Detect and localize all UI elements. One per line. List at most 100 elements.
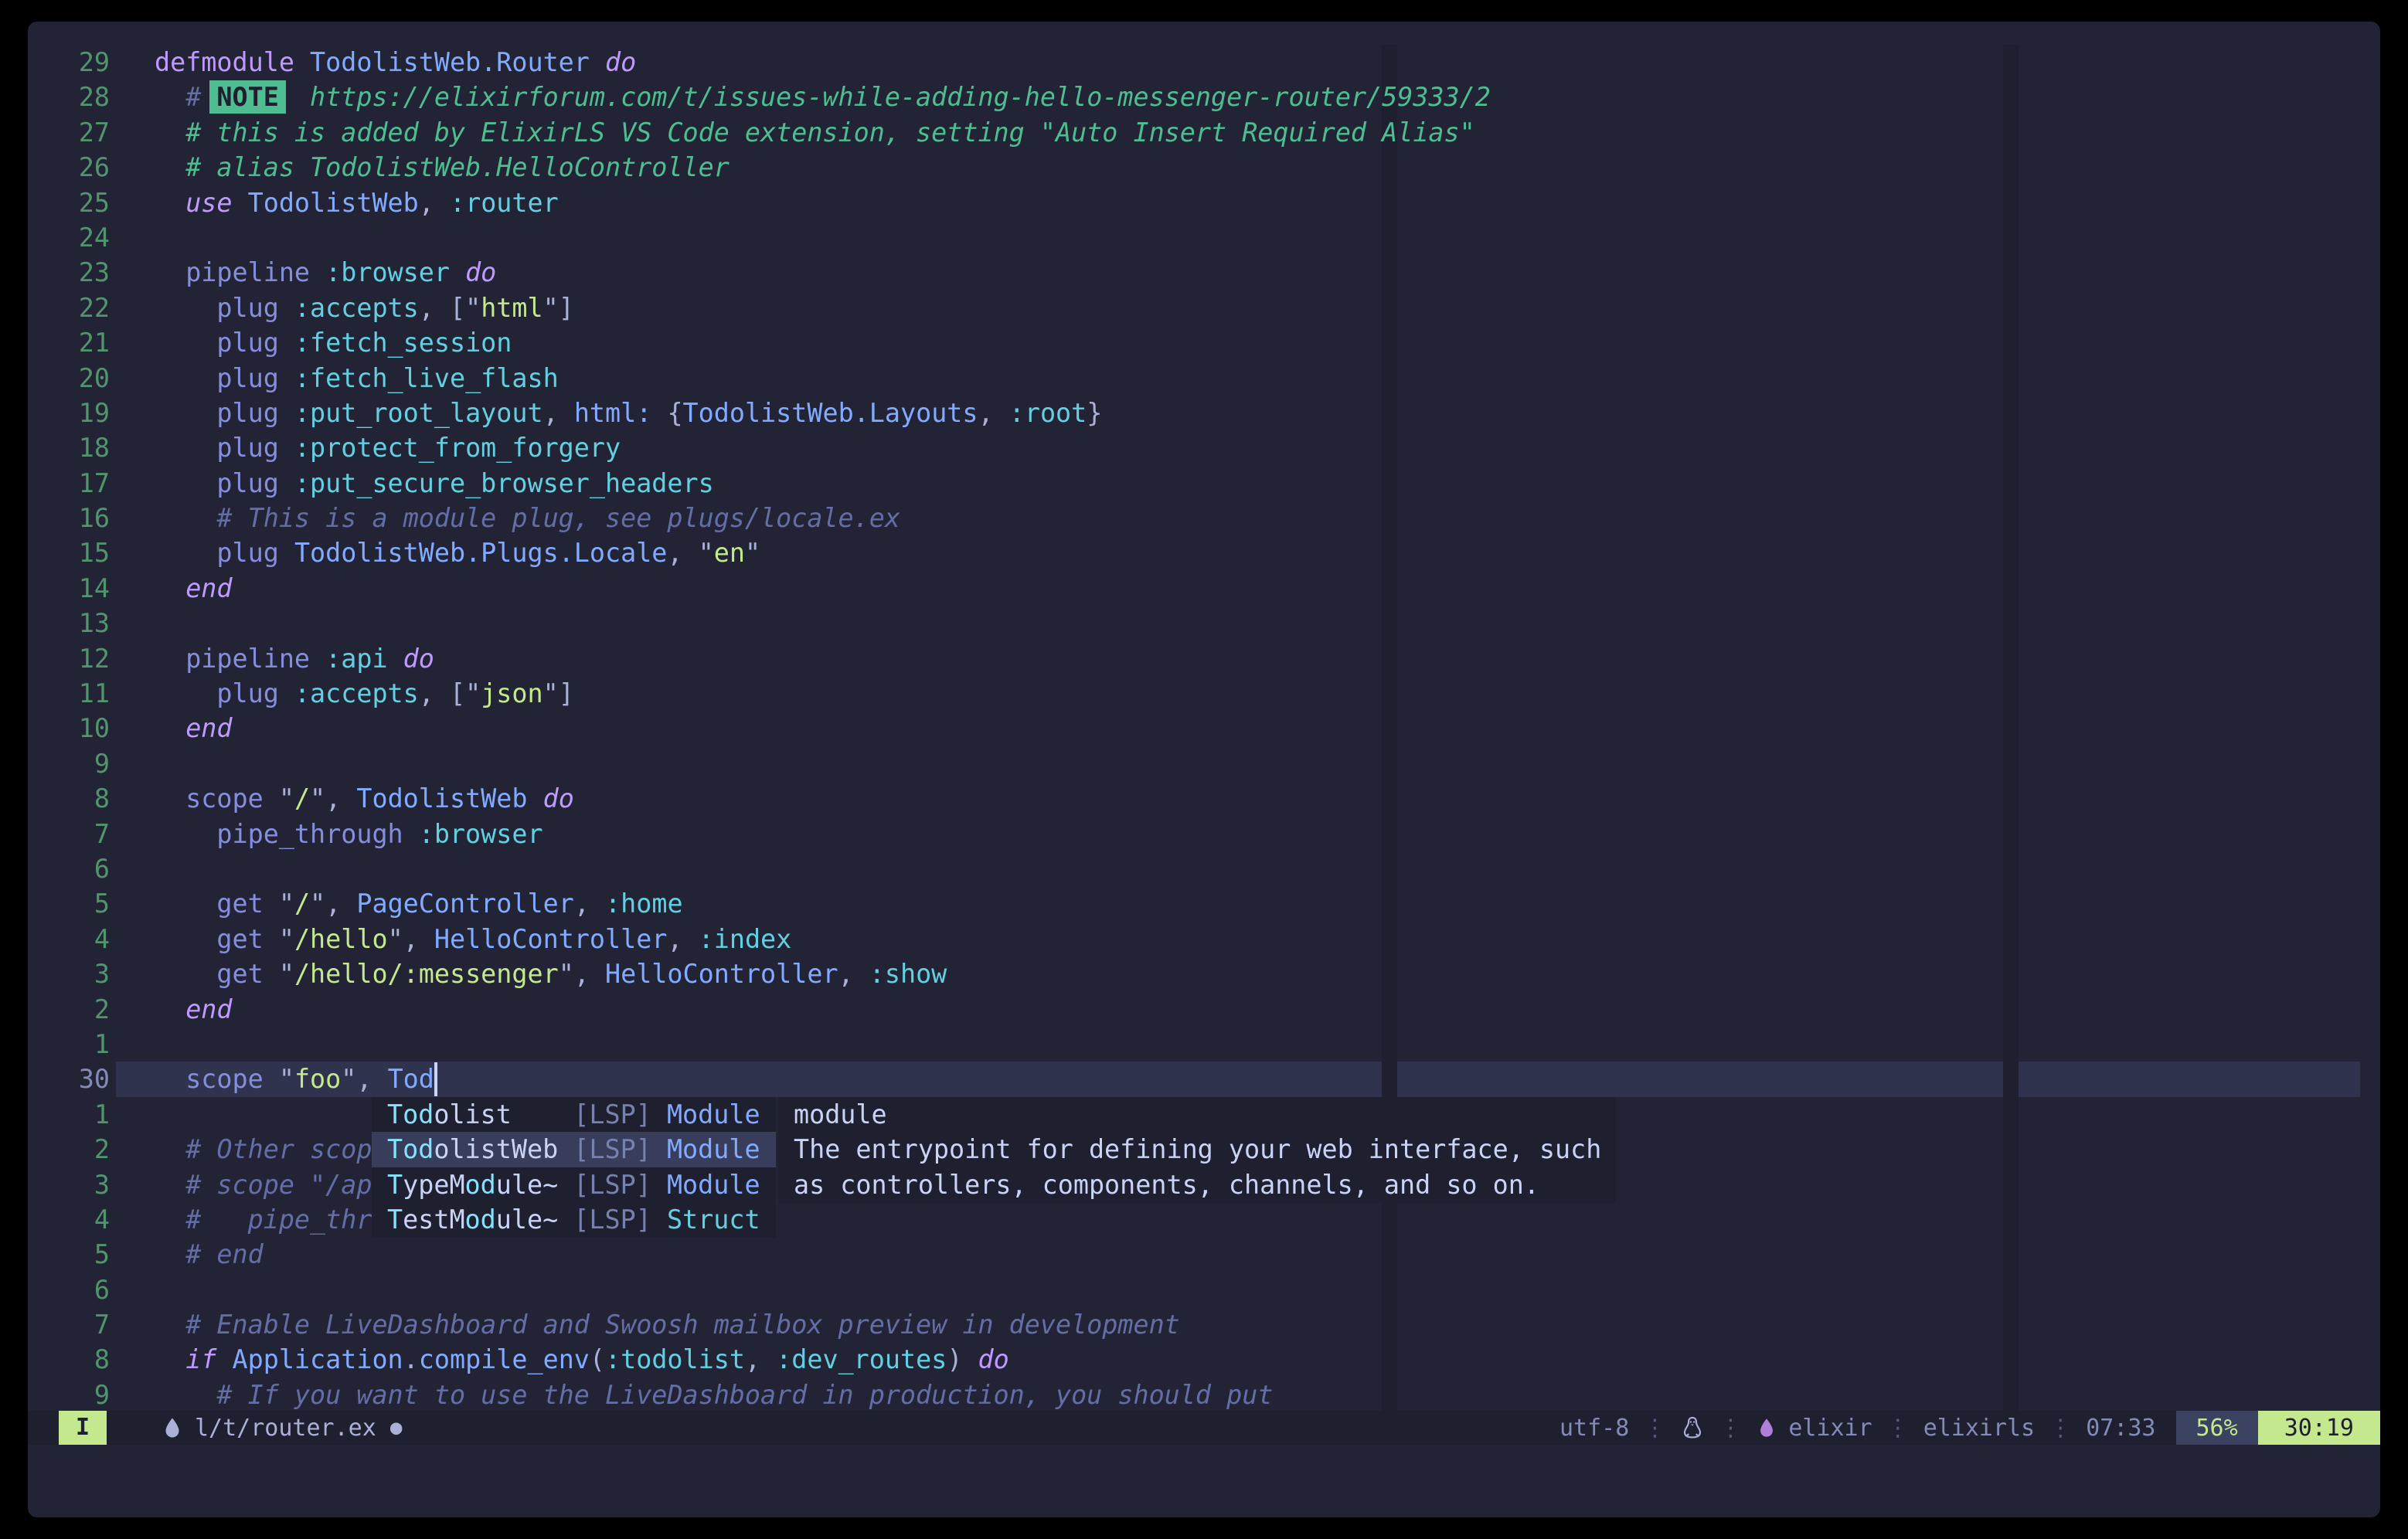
relative-line-number: 5 — [28, 886, 110, 921]
code-line[interactable]: 17 plug :put_secure_browser_headers — [28, 466, 2380, 501]
code-text: pipeline :browser do — [155, 255, 496, 290]
code-line[interactable]: 24 — [28, 220, 2380, 255]
code-line[interactable]: 29defmodule TodolistWeb.Router do — [28, 45, 2380, 80]
code-line[interactable]: 21 plug :fetch_session — [28, 325, 2380, 360]
separator: ⋮ — [2049, 1415, 2072, 1442]
editor-area[interactable]: 29defmodule TodolistWeb.Router do28 # NO… — [28, 22, 2380, 1517]
code-line[interactable]: 25 use TodolistWeb, :router — [28, 185, 2380, 220]
relative-line-number: 21 — [28, 325, 110, 360]
completion-label-char: l — [512, 1170, 527, 1200]
code-token: https://elixirforum.com/t/issues-while-a… — [279, 82, 1491, 112]
code-line[interactable]: 27 # this is added by ElixirLS VS Code e… — [28, 115, 2380, 150]
code-token: :fetch_session — [294, 328, 512, 358]
completion-item[interactable]: TodolistWeb [LSP] Module — [372, 1132, 776, 1167]
code-token: ( — [590, 1344, 605, 1374]
completion-item[interactable]: TypeModule~ [LSP] Module — [372, 1167, 776, 1202]
relative-line-number: 1 — [28, 1027, 110, 1062]
code-line[interactable]: 1 — [28, 1027, 2380, 1062]
completion-label-char: t — [496, 1099, 512, 1130]
mode-indicator: I — [59, 1411, 107, 1445]
code-token: . — [403, 1344, 419, 1374]
code-token: # Other scop — [155, 1134, 372, 1164]
code-token: { — [667, 398, 682, 428]
code-token: / — [294, 888, 310, 919]
relative-line-number: 3 — [28, 956, 110, 991]
completion-label-char: d — [418, 1134, 434, 1164]
relative-line-number: 14 — [28, 571, 110, 606]
code-line[interactable]: 3 get "/hello/:messenger", HelloControll… — [28, 956, 2380, 991]
code-line[interactable]: 9 — [28, 746, 2380, 781]
relative-line-number: 16 — [28, 501, 110, 535]
code-line[interactable]: 18 plug :protect_from_forgery — [28, 430, 2380, 465]
completion-label-char: l — [449, 1099, 464, 1130]
code-line[interactable]: 14 end — [28, 571, 2380, 606]
code-token: } — [1087, 398, 1102, 428]
code-line[interactable]: 30 scope "foo", Tod — [28, 1062, 2380, 1096]
code-text: # If you want to use the LiveDashboard i… — [155, 1378, 1273, 1412]
code-token: :home — [605, 888, 683, 919]
relative-line-number: 10 — [28, 711, 110, 746]
code-line[interactable]: 23 pipeline :browser do — [28, 255, 2380, 290]
completion-label-char: l — [512, 1204, 527, 1235]
code-token: , [" — [419, 293, 481, 323]
code-text: plug :put_root_layout, html: {TodolistWe… — [155, 396, 1102, 430]
completion-label-char: d — [418, 1099, 434, 1130]
code-token: end — [155, 573, 233, 603]
code-line[interactable]: 8 if Application.compile_env(:todolist, … — [28, 1342, 2380, 1377]
code-text: # pipe_thr — [155, 1202, 372, 1237]
relative-line-number: 6 — [28, 851, 110, 886]
code-line[interactable]: 11 plug :accepts, ["json"] — [28, 676, 2380, 711]
code-line[interactable]: 28 # NOTE https://elixirforum.com/t/issu… — [28, 80, 2380, 114]
code-line[interactable]: 7 # Enable LiveDashboard and Swoosh mail… — [28, 1307, 2380, 1342]
completion-label-char — [512, 1099, 527, 1130]
code-line[interactable]: 12 pipeline :api do — [28, 641, 2380, 676]
code-token: Tod — [388, 1064, 434, 1094]
code-line[interactable]: 19 plug :put_root_layout, html: {Todolis… — [28, 396, 2380, 430]
code-line[interactable]: 5 # end — [28, 1237, 2380, 1272]
relative-line-number: 4 — [28, 922, 110, 956]
lsp-client: elixirls — [1923, 1415, 2036, 1442]
code-line[interactable]: 15 plug TodolistWeb.Plugs.Locale, "en" — [28, 535, 2380, 570]
code-token: :browser — [325, 257, 465, 287]
code-line[interactable]: 7 pipe_through :browser — [28, 817, 2380, 851]
code-token: # Enable LiveDashboard and Swoosh mailbo… — [155, 1310, 1180, 1340]
droplet-icon — [161, 1414, 184, 1442]
completion-label-char: M — [449, 1170, 464, 1200]
code-line[interactable]: 6 — [28, 851, 2380, 886]
code-token: :api — [325, 644, 403, 674]
code-text: plug :fetch_live_flash — [155, 361, 559, 396]
code-text: plug :fetch_session — [155, 325, 512, 360]
code-token: :fetch_live_flash — [294, 363, 559, 393]
code-token: ", — [310, 783, 356, 814]
code-token: plug — [155, 328, 294, 358]
code-line[interactable]: 5 get "/", PageController, :home — [28, 886, 2380, 921]
relative-line-number: 13 — [28, 606, 110, 640]
code-line[interactable]: 22 plug :accepts, ["html"] — [28, 290, 2380, 325]
code-line[interactable]: 16 # This is a module plug, see plugs/lo… — [28, 501, 2380, 535]
code-token: Application — [233, 1344, 403, 1374]
code-line[interactable]: 8 scope "/", TodolistWeb do — [28, 781, 2380, 816]
relative-line-number: 4 — [28, 1202, 110, 1237]
code-token: , — [574, 888, 605, 919]
code-line[interactable]: 20 plug :fetch_live_flash — [28, 361, 2380, 396]
code-token: get — [155, 959, 279, 989]
code-line[interactable]: 9 # If you want to use the LiveDashboard… — [28, 1378, 2380, 1412]
code-text: plug TodolistWeb.Plugs.Locale, "en" — [155, 535, 760, 570]
completion-item[interactable]: TestModule~ [LSP] Struct — [372, 1202, 776, 1237]
code-token: # — [155, 82, 216, 112]
code-token: TodolistWeb.Layouts — [683, 398, 978, 428]
code-line[interactable]: 6 — [28, 1272, 2380, 1307]
code-token: HelloController — [434, 924, 668, 954]
completion-item[interactable]: Todolist [LSP] Module — [372, 1097, 776, 1132]
code-line[interactable]: 4 get "/hello", HelloController, :index — [28, 922, 2380, 956]
code-line[interactable]: 26 # alias TodolistWeb.HelloController — [28, 150, 2380, 185]
code-line[interactable]: 10 end — [28, 711, 2380, 746]
code-token: # This is a module plug, see plugs/local… — [155, 503, 900, 533]
code-text: use TodolistWeb, :router — [155, 185, 559, 220]
code-line[interactable]: 13 — [28, 606, 2380, 640]
code-token: :accepts — [294, 293, 419, 323]
code-text: # this is added by ElixirLS VS Code exte… — [155, 115, 1475, 150]
code-line[interactable]: 2 end — [28, 992, 2380, 1027]
code-text: # This is a module plug, see plugs/local… — [155, 501, 900, 535]
completion-label-char: o — [465, 1170, 481, 1200]
